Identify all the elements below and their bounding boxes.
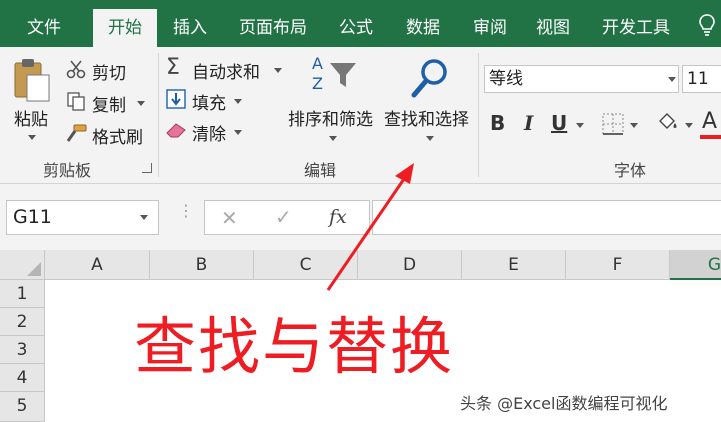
fill-color-dropdown-icon[interactable] — [685, 123, 693, 128]
tab-insert[interactable]: 插入 — [160, 9, 220, 47]
clipboard-group-label: 剪贴板 — [42, 161, 91, 180]
fill-dropdown-icon[interactable] — [234, 99, 242, 104]
insert-function-icon[interactable]: fx — [329, 206, 347, 228]
font-color-swatch — [700, 135, 721, 139]
clear-dropdown-icon[interactable] — [234, 130, 242, 135]
fill-down-icon[interactable] — [166, 89, 186, 109]
select-all-corner[interactable] — [0, 250, 45, 280]
row-header-3[interactable]: 3 — [0, 336, 45, 364]
ribbon: 粘贴 剪切 复制 格式刷 剪贴板 Σ 自动求和 填充 清除 A Z 排序和筛选 — [0, 47, 721, 184]
borders-dropdown-icon[interactable] — [630, 123, 638, 128]
column-header-c[interactable]: C — [254, 250, 358, 280]
paste-icon[interactable] — [12, 57, 52, 103]
italic-button[interactable]: I — [524, 111, 533, 135]
row-header-1[interactable]: 1 — [0, 280, 45, 308]
cut-button[interactable]: 剪切 — [92, 59, 126, 84]
row-header-4[interactable]: 4 — [0, 364, 45, 392]
column-header-g[interactable]: G — [670, 250, 721, 280]
column-header-f[interactable]: F — [566, 250, 670, 280]
scissors-icon[interactable] — [66, 59, 86, 79]
column-header-e[interactable]: E — [462, 250, 566, 280]
font-group-label: 字体 — [613, 161, 646, 180]
format-painter-icon[interactable] — [65, 123, 87, 143]
sort-filter-dropdown-icon[interactable] — [329, 136, 337, 141]
ribbon-tab-bar: 文件 开始 插入 页面布局 公式 数据 审阅 视图 开发工具 — [0, 0, 721, 47]
font-size-combobox[interactable]: 11 — [682, 65, 721, 93]
magnifier-icon[interactable] — [410, 57, 450, 99]
underline-button[interactable]: U — [551, 111, 567, 135]
copy-icon[interactable] — [66, 91, 86, 111]
tab-formulas[interactable]: 公式 — [326, 9, 386, 47]
autosum-sigma-icon[interactable]: Σ — [166, 55, 180, 80]
row-header-5[interactable]: 5 — [0, 392, 45, 422]
sort-filter-icon[interactable]: A Z — [310, 53, 358, 93]
sort-filter-button[interactable]: 排序和筛选 — [288, 105, 373, 130]
lightbulb-icon[interactable] — [698, 14, 716, 36]
format-painter-button[interactable]: 格式刷 — [92, 123, 143, 148]
font-size-value: 11 — [687, 69, 709, 89]
tab-developer[interactable]: 开发工具 — [590, 9, 682, 47]
borders-icon[interactable] — [602, 113, 624, 135]
autosum-dropdown-icon[interactable] — [274, 68, 282, 73]
group-divider — [158, 53, 159, 177]
eraser-icon[interactable] — [165, 121, 187, 139]
row-header-2[interactable]: 2 — [0, 308, 45, 336]
column-header-a[interactable]: A — [45, 250, 150, 280]
tab-file[interactable]: 文件 — [8, 9, 80, 47]
formula-bar: G11 ⋮ ✕ ✓ fx — [0, 184, 721, 250]
cancel-icon[interactable]: ✕ — [221, 206, 238, 230]
name-box[interactable]: G11 — [6, 200, 159, 235]
font-name-combobox[interactable]: 等线 — [484, 65, 679, 93]
paste-button[interactable]: 粘贴 — [14, 105, 48, 130]
clipboard-dialog-launcher-icon[interactable] — [142, 163, 152, 173]
autosum-button[interactable]: 自动求和 — [192, 58, 260, 83]
formula-buttons: ✕ ✓ fx — [204, 200, 370, 235]
find-select-dropdown-icon[interactable] — [426, 136, 434, 141]
paste-dropdown-icon[interactable] — [28, 135, 36, 140]
column-header-d[interactable]: D — [358, 250, 462, 280]
copy-dropdown-icon[interactable] — [137, 101, 145, 106]
find-select-button[interactable]: 查找和选择 — [384, 105, 469, 130]
font-name-value: 等线 — [489, 69, 523, 89]
formula-bar-grip-icon: ⋮ — [178, 201, 194, 220]
editing-group-label: 编辑 — [303, 161, 336, 180]
formula-input[interactable] — [372, 200, 721, 235]
svg-text:A: A — [312, 54, 323, 73]
tab-page-layout[interactable]: 页面布局 — [227, 9, 319, 47]
underline-dropdown-icon[interactable] — [576, 123, 584, 128]
column-header-b[interactable]: B — [150, 250, 254, 280]
name-box-dropdown-icon[interactable] — [140, 215, 148, 220]
fill-color-bucket-icon[interactable] — [656, 111, 680, 133]
font-name-dropdown-icon[interactable] — [668, 77, 676, 82]
tab-view[interactable]: 视图 — [524, 9, 582, 47]
tab-data[interactable]: 数据 — [393, 9, 453, 47]
fill-button[interactable]: 填充 — [192, 89, 226, 114]
copy-button[interactable]: 复制 — [92, 91, 126, 116]
group-divider — [478, 53, 479, 177]
svg-text:Z: Z — [312, 74, 323, 93]
select-all-triangle-icon — [27, 262, 41, 276]
name-box-value: G11 — [13, 206, 52, 228]
tab-review[interactable]: 审阅 — [460, 9, 520, 47]
tab-home[interactable]: 开始 — [93, 9, 157, 47]
clear-button[interactable]: 清除 — [192, 120, 226, 145]
bold-button[interactable]: B — [490, 111, 505, 135]
watermark: 头条 @Excel函数编程可视化 — [460, 394, 668, 413]
enter-icon[interactable]: ✓ — [275, 205, 292, 229]
annotation-title: 查找与替换 — [134, 310, 455, 383]
font-color-button[interactable]: A — [702, 109, 717, 134]
